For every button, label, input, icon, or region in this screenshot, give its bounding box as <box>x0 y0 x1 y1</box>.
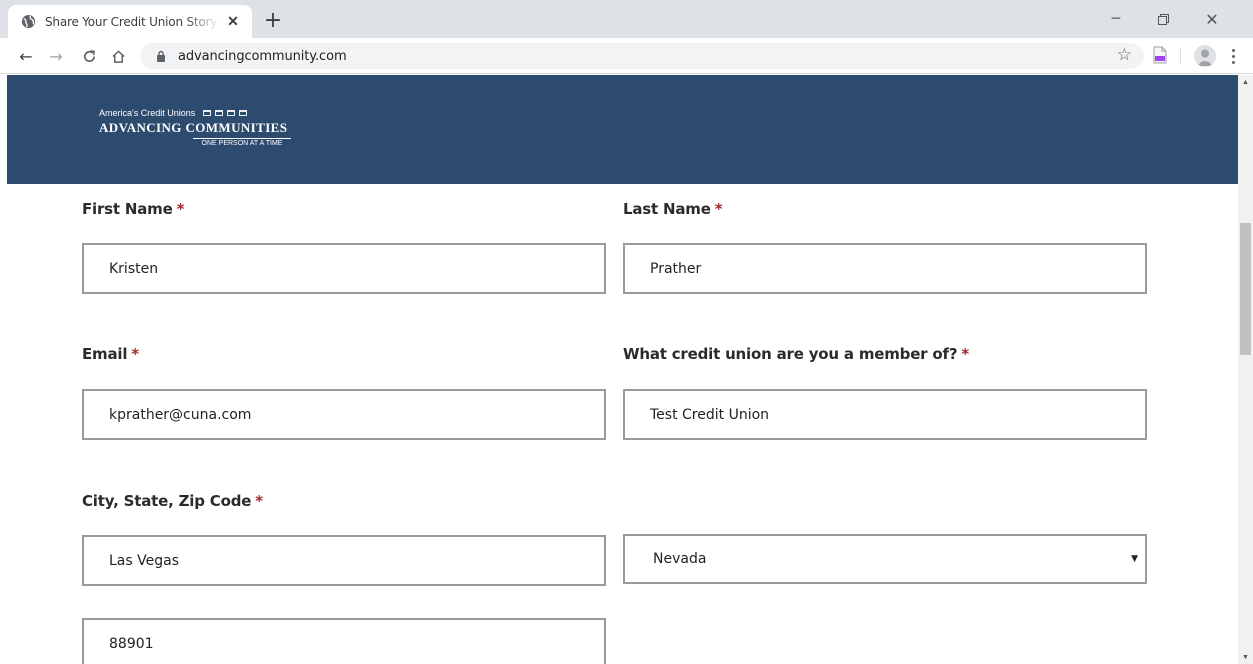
first-name-input[interactable] <box>82 243 606 294</box>
logo-line-2: ADVANCING COMMUNITIES <box>99 120 288 135</box>
browser-toolbar: ← → advancingcommunity.com ☆ <box>0 38 1253 74</box>
reload-icon[interactable] <box>77 44 101 68</box>
scroll-up-arrow-icon[interactable]: ▲ <box>1238 75 1253 89</box>
url-text: advancingcommunity.com <box>178 48 347 64</box>
page-viewport: America's Credit Unions ADVANCING COMMUN… <box>0 75 1238 664</box>
minimize-icon[interactable]: ─ <box>1101 8 1131 30</box>
scroll-down-arrow-icon[interactable]: ▼ <box>1238 650 1253 664</box>
last-name-label: Last Name * <box>623 200 723 218</box>
last-name-label-text: Last Name <box>623 200 711 218</box>
page-scrollbar[interactable]: ▲ ▼ <box>1238 75 1253 664</box>
new-tab-button[interactable]: + <box>260 8 286 34</box>
email-input[interactable] <box>82 389 606 440</box>
zip-input[interactable] <box>82 618 606 664</box>
globe-icon <box>20 14 36 30</box>
site-logo[interactable]: America's Credit Unions ADVANCING COMMUN… <box>99 108 299 147</box>
close-icon[interactable]: ✕ <box>224 13 242 31</box>
email-label: Email * <box>82 345 139 363</box>
caret-down-icon: ▼ <box>1131 554 1138 564</box>
scroll-thumb[interactable] <box>1240 223 1251 355</box>
state-select-value: Nevada <box>653 551 707 567</box>
email-label-text: Email <box>82 345 128 363</box>
kebab-menu-icon[interactable] <box>1226 44 1240 68</box>
window-close-icon[interactable]: ✕ <box>1197 8 1227 30</box>
avatar-icon[interactable] <box>1194 45 1216 67</box>
last-name-input[interactable] <box>623 243 1147 294</box>
arrow-left-icon[interactable]: ← <box>14 44 38 68</box>
required-marker: * <box>714 200 723 218</box>
toolbar-separator <box>1180 48 1181 64</box>
arrow-right-icon[interactable]: → <box>44 44 68 68</box>
required-marker: * <box>176 200 185 218</box>
location-label-text: City, State, Zip Code <box>82 492 252 510</box>
first-name-label-text: First Name <box>82 200 173 218</box>
browser-tab[interactable]: Share Your Credit Union Story - C ✕ <box>8 5 252 38</box>
first-name-label: First Name * <box>82 200 184 218</box>
restore-icon[interactable] <box>1148 8 1178 30</box>
logo-line-1: America's Credit Unions <box>99 108 196 118</box>
lock-icon[interactable] <box>154 49 168 63</box>
tab-title: Share Your Credit Union Story - C <box>45 14 220 29</box>
site-header: America's Credit Unions ADVANCING COMMUN… <box>7 75 1238 184</box>
star-icon[interactable]: ☆ <box>1117 45 1132 65</box>
logo-line-3: ONE PERSON AT A TIME <box>193 138 291 147</box>
tab-strip: Share Your Credit Union Story - C ✕ + ─ … <box>0 0 1253 38</box>
home-icon[interactable] <box>106 44 130 68</box>
credit-union-label: What credit union are you a member of? * <box>623 345 969 363</box>
required-marker: * <box>961 345 969 363</box>
address-bar[interactable]: advancingcommunity.com ☆ <box>140 43 1144 69</box>
pdf-extension-icon[interactable] <box>1152 46 1168 64</box>
state-select[interactable]: Nevada ▼ <box>623 534 1147 584</box>
required-marker: * <box>255 492 263 510</box>
logo-icons <box>203 110 248 116</box>
credit-union-label-text: What credit union are you a member of? <box>623 345 958 363</box>
required-marker: * <box>131 345 139 363</box>
city-input[interactable] <box>82 535 606 586</box>
location-label: City, State, Zip Code * <box>82 492 263 510</box>
credit-union-input[interactable] <box>623 389 1147 440</box>
